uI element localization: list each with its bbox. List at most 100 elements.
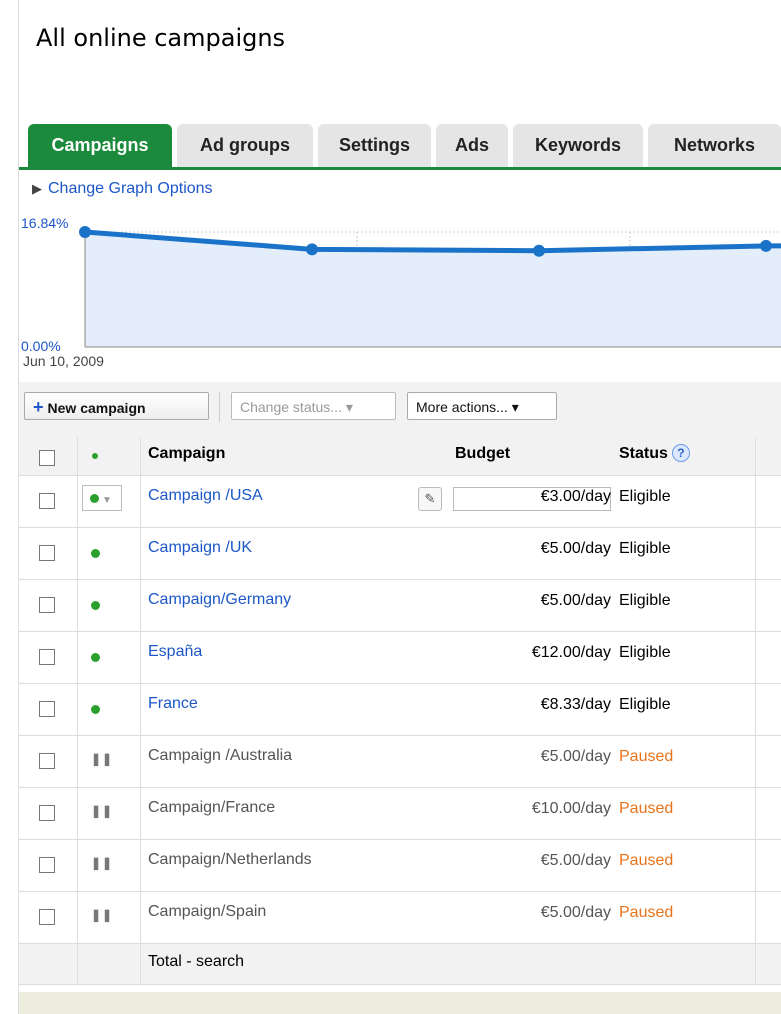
status-dot-icon <box>92 453 98 459</box>
status-value: Paused <box>619 852 674 869</box>
table-row: Campaign /UK €5.00/day Eligible <box>19 527 781 580</box>
budget-value: €12.00/day <box>531 644 611 661</box>
tab-settings[interactable]: Settings <box>318 124 431 167</box>
change-graph-options-link[interactable]: ▶ Change Graph Options <box>32 180 213 198</box>
toolbar-separator <box>219 392 220 422</box>
status-header[interactable]: Status? <box>615 437 756 476</box>
tab-campaigns[interactable]: Campaigns <box>28 124 172 167</box>
tab-underline <box>19 167 781 170</box>
total-label: Total - search <box>148 953 245 970</box>
row-budget-cell: €8.33/day <box>455 683 615 736</box>
row-name-cell: Campaign/Netherlands <box>140 839 455 892</box>
triangle-right-icon: ▶ <box>32 181 42 196</box>
row-checkbox[interactable] <box>39 545 55 561</box>
row-checkbox-cell <box>19 579 78 632</box>
pause-icon: ❚❚ <box>91 752 114 766</box>
row-status-cell: Eligible <box>615 631 756 684</box>
budget-value: €5.00/day <box>540 540 611 557</box>
status-value: Eligible <box>619 488 671 505</box>
status-value: Eligible <box>619 644 671 661</box>
status-value: Paused <box>619 800 674 817</box>
total-row: Total - search <box>19 943 781 985</box>
campaign-name-link[interactable]: Campaign/Germany <box>148 591 291 609</box>
row-budget-cell: €5.00/day <box>455 839 615 892</box>
budget-value: €5.00/day <box>540 592 611 609</box>
total-filler <box>755 943 781 985</box>
status-header-label: Status <box>619 445 668 462</box>
more-actions-label: More actions... <box>416 399 508 415</box>
active-dot-icon <box>91 653 100 662</box>
chevron-down-icon: ▼ <box>102 495 112 506</box>
row-filler <box>755 683 781 736</box>
row-budget-cell: €12.00/day <box>455 631 615 684</box>
row-checkbox[interactable] <box>39 909 55 925</box>
total-status-cell <box>615 943 756 985</box>
row-checkbox[interactable] <box>39 857 55 873</box>
row-filler <box>755 527 781 580</box>
row-filler <box>755 475 781 528</box>
row-checkbox-cell <box>19 735 78 788</box>
new-campaign-button[interactable]: + New campaign <box>24 392 209 420</box>
data-point <box>533 244 545 257</box>
tab-ads[interactable]: Ads <box>436 124 508 167</box>
row-name-cell: España <box>140 631 455 684</box>
more-actions-dropdown[interactable]: More actions... ▾ <box>407 392 557 420</box>
table-row: France €8.33/day Eligible <box>19 683 781 736</box>
campaign-name-link[interactable]: France <box>148 695 198 713</box>
row-status-cell: Eligible <box>615 475 756 528</box>
x-start-label: Jun 10, 2009 <box>23 353 104 369</box>
row-checkbox-cell <box>19 475 78 528</box>
row-filler <box>755 631 781 684</box>
table-row: ❚❚ Campaign/Spain €5.00/day Paused <box>19 891 781 944</box>
select-all-checkbox[interactable] <box>39 450 55 466</box>
campaign-name: Campaign/Spain <box>148 903 267 920</box>
row-filler <box>755 839 781 892</box>
row-checkbox[interactable] <box>39 753 55 769</box>
tab-keywords[interactable]: Keywords <box>513 124 643 167</box>
page-title: All online campaigns <box>36 24 286 52</box>
status-dropdown[interactable]: ▼ <box>82 485 122 511</box>
budget-value: €5.00/day <box>540 904 611 921</box>
row-checkbox[interactable] <box>39 805 55 821</box>
campaign-name-link[interactable]: España <box>148 643 202 661</box>
row-checkbox[interactable] <box>39 649 55 665</box>
data-point <box>79 226 91 238</box>
budget-header[interactable]: Budget <box>455 437 615 476</box>
campaign-header-label: Campaign <box>148 445 226 462</box>
footer-bar <box>19 992 781 1014</box>
row-checkbox[interactable] <box>39 701 55 717</box>
budget-value: €3.00/day <box>540 488 611 505</box>
pause-icon: ❚❚ <box>91 908 114 922</box>
pencil-edit-icon[interactable]: ✎ <box>418 487 442 511</box>
row-state-cell: ❚❚ <box>77 891 141 944</box>
campaign-name: Campaign /Australia <box>148 747 293 764</box>
campaign-name: Campaign/France <box>148 799 276 816</box>
row-checkbox-cell <box>19 839 78 892</box>
tab-ad-groups[interactable]: Ad groups <box>177 124 313 167</box>
row-status-cell: Paused <box>615 891 756 944</box>
row-state-cell: ▼ <box>77 475 141 528</box>
row-name-cell: Campaign /UK <box>140 527 455 580</box>
row-name-cell: France <box>140 683 455 736</box>
row-name-cell: Campaign/Spain <box>140 891 455 944</box>
row-checkbox-cell <box>19 787 78 840</box>
change-status-dropdown[interactable]: Change status... ▾ <box>231 392 396 420</box>
campaign-header[interactable]: Campaign <box>140 437 455 476</box>
tab-networks[interactable]: Networks <box>648 124 781 167</box>
change-status-label: Change status... <box>240 399 342 415</box>
row-budget-cell: €3.00/day <box>453 475 615 528</box>
row-budget-cell: €5.00/day <box>455 579 615 632</box>
row-checkbox[interactable] <box>39 493 55 509</box>
row-checkbox[interactable] <box>39 597 55 613</box>
campaign-name-link[interactable]: Campaign /USA <box>148 487 263 505</box>
row-name-cell: Campaign /USA ✎ <box>140 475 455 528</box>
row-checkbox-cell <box>19 631 78 684</box>
performance-chart: 16.84% 0.00%Jun 10, 2009 <box>21 215 781 369</box>
row-status-cell: Paused <box>615 787 756 840</box>
total-label-cell: Total - search <box>140 943 455 985</box>
help-icon[interactable]: ? <box>671 444 690 462</box>
row-status-cell: Paused <box>615 735 756 788</box>
campaign-name-link[interactable]: Campaign /UK <box>148 539 252 557</box>
chevron-down-icon: ▾ <box>345 399 353 415</box>
row-checkbox-cell <box>19 683 78 736</box>
